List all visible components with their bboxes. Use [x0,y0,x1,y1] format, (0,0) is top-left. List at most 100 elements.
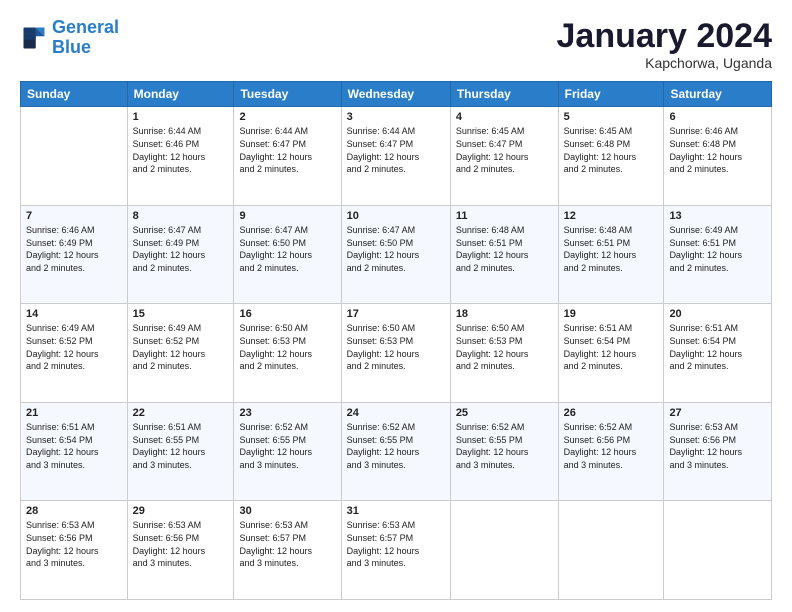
calendar-cell: 15 Sunrise: 6:49 AM Sunset: 6:52 PM Dayli… [127,304,234,403]
calendar-cell: 6Sunrise: 6:46 AM Sunset: 6:48 PM Daylig… [664,107,772,206]
calendar-cell: 5 Sunrise: 6:45 AM Sunset: 6:48 PM Daylig… [558,107,664,206]
location-subtitle: Kapchorwa, Uganda [557,55,773,71]
day-info: Sunrise: 6:48 AM Sunset: 6:51 PM Dayligh… [456,224,553,274]
day-info: Sunrise: 6:53 AM Sunset: 6:56 PM Dayligh… [669,421,766,471]
calendar-cell: 31 Sunrise: 6:53 AM Sunset: 6:57 PM Dayli… [341,501,450,600]
calendar-cell: 12 Sunrise: 6:48 AM Sunset: 6:51 PM Dayli… [558,205,664,304]
calendar-cell: 27 Sunrise: 6:53 AM Sunset: 6:56 PM Dayli… [664,402,772,501]
calendar-cell: 25Sunrise: 6:52 AM Sunset: 6:55 PM Dayli… [450,402,558,501]
day-info: Sunrise: 6:53 AM Sunset: 6:57 PM Dayligh… [347,519,445,569]
day-number: 15 [133,308,229,320]
calendar-cell: 24 Sunrise: 6:52 AM Sunset: 6:55 PM Dayli… [341,402,450,501]
calendar-week-1: 1 Sunrise: 6:44 AM Sunset: 6:46 PM Daylig… [21,107,772,206]
day-info: Sunrise: 6:50 AM Sunset: 6:53 PM Dayligh… [347,322,445,372]
calendar-cell: 13 Sunrise: 6:49 AM Sunset: 6:51 PM Dayli… [664,205,772,304]
calendar-cell: 11 Sunrise: 6:48 AM Sunset: 6:51 PM Dayli… [450,205,558,304]
logo: General Blue [20,18,119,58]
calendar-cell: 20 Sunrise: 6:51 AM Sunset: 6:54 PM Dayli… [664,304,772,403]
day-info: Sunrise: 6:48 AM Sunset: 6:51 PM Dayligh… [564,224,659,274]
col-sunday: Sunday [21,82,128,107]
day-info: Sunrise: 6:44 AM Sunset: 6:47 PM Dayligh… [347,125,445,175]
day-info: Sunrise: 6:45 AM Sunset: 6:47 PM Dayligh… [456,125,553,175]
calendar-cell: 1 Sunrise: 6:44 AM Sunset: 6:46 PM Daylig… [127,107,234,206]
calendar-cell: 22Sunrise: 6:51 AM Sunset: 6:55 PM Dayli… [127,402,234,501]
calendar-cell: 2 Sunrise: 6:44 AM Sunset: 6:47 PM Daylig… [234,107,341,206]
day-number: 9 [239,210,335,222]
day-number: 13 [669,210,766,222]
day-info: Sunrise: 6:50 AM Sunset: 6:53 PM Dayligh… [239,322,335,372]
logo-text: General Blue [52,18,119,58]
col-wednesday: Wednesday [341,82,450,107]
calendar-week-5: 28 Sunrise: 6:53 AM Sunset: 6:56 PM Dayli… [21,501,772,600]
title-block: January 2024 Kapchorwa, Uganda [557,18,773,71]
calendar-cell: 19 Sunrise: 6:51 AM Sunset: 6:54 PM Dayli… [558,304,664,403]
calendar-table: Sunday Monday Tuesday Wednesday Thursday… [20,81,772,600]
logo-line2: Blue [52,37,91,57]
calendar-cell: 4 Sunrise: 6:45 AM Sunset: 6:47 PM Daylig… [450,107,558,206]
day-number: 21 [26,407,122,419]
logo-icon [20,24,48,52]
day-info: Sunrise: 6:50 AM Sunset: 6:53 PM Dayligh… [456,322,553,372]
day-info: Sunrise: 6:52 AM Sunset: 6:55 PM Dayligh… [239,421,335,471]
day-info: Sunrise: 6:44 AM Sunset: 6:46 PM Dayligh… [133,125,229,175]
day-number: 30 [239,505,335,517]
day-number: 22 [133,407,229,419]
day-number: 12 [564,210,659,222]
day-number: 25 [456,407,553,419]
header-row: Sunday Monday Tuesday Wednesday Thursday… [21,82,772,107]
day-info: Sunrise: 6:49 AM Sunset: 6:52 PM Dayligh… [133,322,229,372]
day-info: Sunrise: 6:49 AM Sunset: 6:52 PM Dayligh… [26,322,122,372]
day-info: Sunrise: 6:52 AM Sunset: 6:56 PM Dayligh… [564,421,659,471]
col-tuesday: Tuesday [234,82,341,107]
day-number: 10 [347,210,445,222]
day-number: 20 [669,308,766,320]
day-number: 11 [456,210,553,222]
calendar-week-2: 7Sunrise: 6:46 AM Sunset: 6:49 PM Daylig… [21,205,772,304]
day-info: Sunrise: 6:51 AM Sunset: 6:54 PM Dayligh… [669,322,766,372]
col-saturday: Saturday [664,82,772,107]
calendar-cell: 18Sunrise: 6:50 AM Sunset: 6:53 PM Dayli… [450,304,558,403]
day-info: Sunrise: 6:47 AM Sunset: 6:50 PM Dayligh… [239,224,335,274]
day-info: Sunrise: 6:51 AM Sunset: 6:54 PM Dayligh… [564,322,659,372]
calendar-cell: 16 Sunrise: 6:50 AM Sunset: 6:53 PM Dayli… [234,304,341,403]
day-number: 7 [26,210,122,222]
calendar-cell: 30 Sunrise: 6:53 AM Sunset: 6:57 PM Dayli… [234,501,341,600]
day-info: Sunrise: 6:44 AM Sunset: 6:47 PM Dayligh… [239,125,335,175]
calendar-cell [558,501,664,600]
day-number: 14 [26,308,122,320]
calendar-cell: 28 Sunrise: 6:53 AM Sunset: 6:56 PM Dayli… [21,501,128,600]
calendar-week-3: 14 Sunrise: 6:49 AM Sunset: 6:52 PM Dayli… [21,304,772,403]
day-number: 31 [347,505,445,517]
day-number: 28 [26,505,122,517]
day-number: 3 [347,111,445,123]
month-title: January 2024 [557,18,773,55]
col-thursday: Thursday [450,82,558,107]
logo-line1: General [52,17,119,37]
day-number: 2 [239,111,335,123]
header: General Blue January 2024 Kapchorwa, Uga… [20,18,772,71]
day-number: 24 [347,407,445,419]
day-info: Sunrise: 6:53 AM Sunset: 6:56 PM Dayligh… [26,519,122,569]
calendar-cell: 8Sunrise: 6:47 AM Sunset: 6:49 PM Daylig… [127,205,234,304]
day-number: 23 [239,407,335,419]
day-number: 5 [564,111,659,123]
calendar-body: 1 Sunrise: 6:44 AM Sunset: 6:46 PM Daylig… [21,107,772,600]
day-info: Sunrise: 6:49 AM Sunset: 6:51 PM Dayligh… [669,224,766,274]
calendar-cell [664,501,772,600]
day-number: 27 [669,407,766,419]
day-number: 1 [133,111,229,123]
day-info: Sunrise: 6:52 AM Sunset: 6:55 PM Dayligh… [347,421,445,471]
calendar-cell [21,107,128,206]
day-info: Sunrise: 6:53 AM Sunset: 6:56 PM Dayligh… [133,519,229,569]
col-monday: Monday [127,82,234,107]
day-number: 19 [564,308,659,320]
day-info: Sunrise: 6:47 AM Sunset: 6:50 PM Dayligh… [347,224,445,274]
day-number: 26 [564,407,659,419]
day-number: 16 [239,308,335,320]
calendar-cell: 29Sunrise: 6:53 AM Sunset: 6:56 PM Dayli… [127,501,234,600]
day-number: 4 [456,111,553,123]
page: General Blue January 2024 Kapchorwa, Uga… [0,0,792,612]
col-friday: Friday [558,82,664,107]
day-info: Sunrise: 6:45 AM Sunset: 6:48 PM Dayligh… [564,125,659,175]
day-info: Sunrise: 6:53 AM Sunset: 6:57 PM Dayligh… [239,519,335,569]
